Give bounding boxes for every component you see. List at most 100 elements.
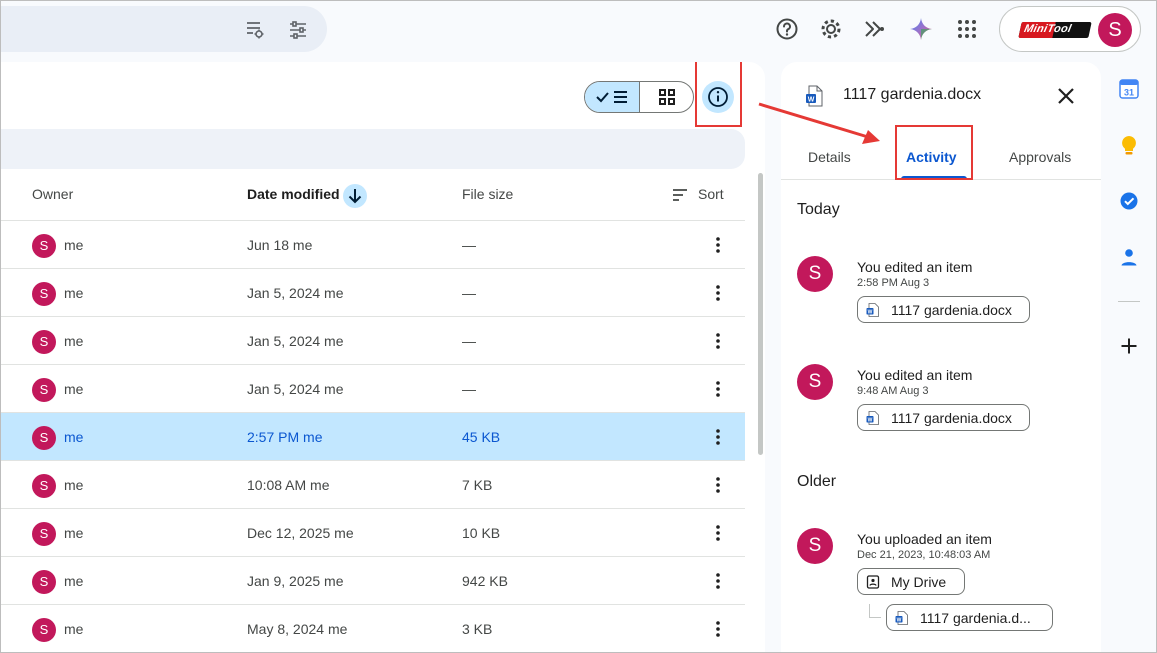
date-modified-cell: Jan 5, 2024 me bbox=[247, 381, 344, 397]
svg-text:W: W bbox=[868, 309, 873, 315]
search-options-icon[interactable] bbox=[244, 19, 266, 41]
activity-file-chip[interactable]: W 1117 gardenia.docx bbox=[857, 404, 1030, 431]
contacts-icon[interactable] bbox=[1118, 246, 1140, 268]
tasks-icon[interactable] bbox=[1118, 190, 1140, 212]
calendar-icon[interactable]: 31 bbox=[1118, 78, 1140, 100]
more-actions-icon[interactable] bbox=[708, 283, 728, 303]
list-view-icon bbox=[596, 91, 627, 103]
table-row[interactable]: Sme Jan 9, 2025 me 942 KB bbox=[0, 556, 745, 604]
gemini-extension-icon[interactable] bbox=[862, 16, 888, 42]
avatar: S bbox=[32, 474, 56, 498]
drive-folder-icon bbox=[866, 575, 880, 589]
apps-icon[interactable] bbox=[954, 16, 980, 42]
owner-cell: me bbox=[64, 285, 84, 301]
tab-details[interactable]: Details bbox=[808, 149, 851, 165]
more-actions-icon[interactable] bbox=[708, 475, 728, 495]
activity-time: 2:58 PM Aug 3 bbox=[857, 277, 930, 289]
owner-cell: me bbox=[64, 525, 84, 541]
word-doc-icon: W bbox=[866, 303, 880, 317]
grid-view-button[interactable] bbox=[640, 82, 693, 112]
activity-action: You edited an item bbox=[857, 259, 973, 275]
file-size-cell: — bbox=[462, 237, 476, 253]
account-switcher[interactable]: MiniTool S bbox=[999, 6, 1141, 52]
my-drive-chip[interactable]: My Drive bbox=[857, 568, 965, 595]
annotation-arrow bbox=[758, 102, 880, 144]
scrollbar[interactable] bbox=[758, 173, 763, 455]
avatar: S bbox=[32, 330, 56, 354]
file-size-cell: 45 KB bbox=[462, 429, 501, 445]
avatar: S bbox=[32, 426, 56, 450]
help-icon[interactable] bbox=[774, 16, 800, 42]
more-actions-icon[interactable] bbox=[708, 427, 728, 447]
table-row[interactable]: Sme Jun 18 me — bbox=[0, 220, 745, 268]
avatar: S bbox=[32, 282, 56, 306]
sort-icon[interactable] bbox=[672, 188, 688, 202]
owner-cell: me bbox=[64, 237, 84, 253]
date-modified-cell: Jun 18 me bbox=[247, 237, 313, 253]
tune-icon[interactable] bbox=[287, 19, 309, 41]
file-list-panel: Owner Date modified File size Sort Sme Ju… bbox=[0, 62, 765, 653]
keep-icon[interactable] bbox=[1118, 134, 1140, 156]
table-row[interactable]: Sme Dec 12, 2025 me 10 KB bbox=[0, 508, 745, 556]
view-toggle[interactable] bbox=[584, 81, 694, 113]
annotation-box bbox=[895, 125, 973, 180]
owner-cell: me bbox=[64, 477, 84, 493]
file-size-cell: — bbox=[462, 381, 476, 397]
more-actions-icon[interactable] bbox=[708, 571, 728, 591]
owner-cell: me bbox=[64, 333, 84, 349]
date-modified-cell: May 8, 2024 me bbox=[247, 621, 348, 637]
table-row[interactable]: Sme Jan 5, 2024 me — bbox=[0, 268, 745, 316]
settings-icon[interactable] bbox=[818, 16, 844, 42]
date-modified-cell: Jan 9, 2025 me bbox=[247, 573, 344, 589]
svg-text:W: W bbox=[868, 417, 873, 423]
date-modified-cell: Jan 5, 2024 me bbox=[247, 285, 344, 301]
file-size-cell: — bbox=[462, 285, 476, 301]
add-icon[interactable] bbox=[1118, 335, 1140, 357]
annotation-box bbox=[695, 62, 742, 127]
date-modified-cell: Dec 12, 2025 me bbox=[247, 525, 354, 541]
file-size-column-header[interactable]: File size bbox=[462, 186, 513, 202]
file-size-cell: 3 KB bbox=[462, 621, 493, 637]
activity-time: 9:48 AM Aug 3 bbox=[857, 385, 929, 397]
more-actions-icon[interactable] bbox=[708, 379, 728, 399]
list-view-button[interactable] bbox=[585, 82, 640, 112]
table-row[interactable]: Sme Jan 5, 2024 me — bbox=[0, 364, 745, 412]
table-row[interactable]: Sme May 8, 2024 me 3 KB bbox=[0, 604, 745, 652]
minitool-logo: MiniTool bbox=[1018, 22, 1092, 38]
tab-approvals[interactable]: Approvals bbox=[1009, 149, 1071, 165]
section-today: Today bbox=[797, 201, 840, 218]
sort-button[interactable]: Sort bbox=[698, 186, 724, 202]
more-actions-icon[interactable] bbox=[708, 619, 728, 639]
owner-cell: me bbox=[64, 381, 84, 397]
sort-direction-button[interactable] bbox=[343, 184, 367, 208]
search-bar[interactable] bbox=[0, 6, 327, 52]
table-row[interactable]: Sme Jan 5, 2024 me — bbox=[0, 316, 745, 364]
file-size-cell: — bbox=[462, 333, 476, 349]
arrow-down-icon bbox=[348, 189, 362, 204]
rail-divider bbox=[1118, 301, 1140, 302]
avatar: S bbox=[32, 618, 56, 642]
table-row[interactable]: Sme 10:08 AM me 7 KB bbox=[0, 460, 745, 508]
owner-column-header[interactable]: Owner bbox=[32, 186, 73, 202]
activity-file-chip[interactable]: W 1117 gardenia.d... bbox=[886, 604, 1053, 631]
owner-cell: me bbox=[64, 621, 84, 637]
avatar: S bbox=[32, 522, 56, 546]
details-panel: W 1117 gardenia.docx Details Activity Ap… bbox=[781, 62, 1101, 653]
grid-view-icon bbox=[659, 89, 675, 105]
more-actions-icon[interactable] bbox=[708, 523, 728, 543]
more-actions-icon[interactable] bbox=[708, 331, 728, 351]
avatar: S bbox=[797, 528, 833, 564]
gemini-icon[interactable] bbox=[908, 16, 934, 42]
avatar[interactable]: S bbox=[1098, 13, 1132, 47]
close-icon[interactable] bbox=[1055, 85, 1077, 107]
file-size-cell: 10 KB bbox=[462, 525, 501, 541]
more-actions-icon[interactable] bbox=[708, 235, 728, 255]
owner-cell: me bbox=[64, 573, 84, 589]
date-modified-cell: 2:57 PM me bbox=[247, 429, 323, 445]
date-modified-column-header[interactable]: Date modified bbox=[247, 186, 340, 202]
date-modified-cell: Jan 5, 2024 me bbox=[247, 333, 344, 349]
file-size-cell: 7 KB bbox=[462, 477, 493, 493]
section-older: Older bbox=[797, 473, 837, 490]
activity-file-chip[interactable]: W 1117 gardenia.docx bbox=[857, 296, 1030, 323]
table-row[interactable]: Sme 2:57 PM me 45 KB bbox=[0, 412, 745, 460]
